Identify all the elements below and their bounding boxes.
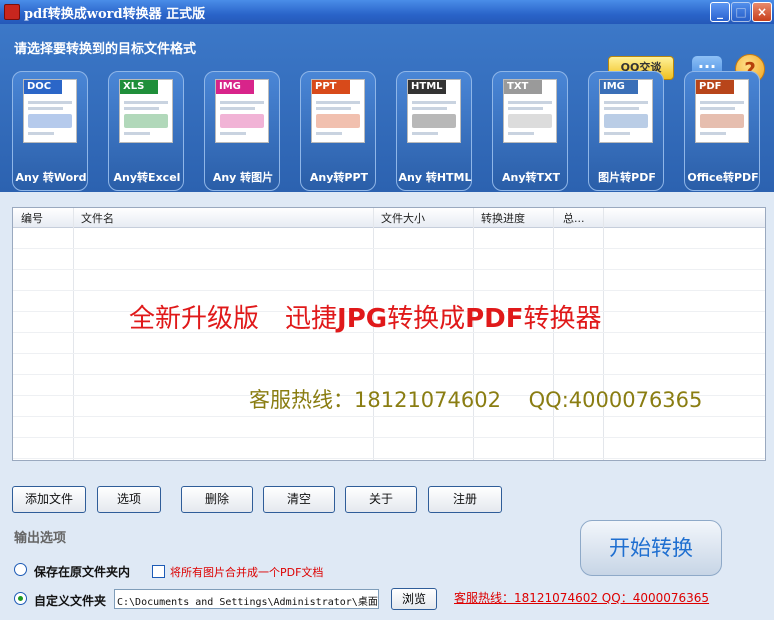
format-tag: IMG bbox=[600, 80, 638, 94]
excel-chart-icon: XLS bbox=[119, 79, 173, 143]
options-button[interactable]: 选项 bbox=[97, 486, 161, 513]
column-divider bbox=[603, 208, 604, 460]
add-file-button[interactable]: 添加文件 bbox=[12, 486, 86, 513]
format-tile-label: Any 转图片 bbox=[212, 171, 274, 184]
title-bar: pdf转换成word转换器 正式版 _ □ × bbox=[0, 0, 774, 24]
row-divider bbox=[13, 374, 765, 375]
format-art bbox=[604, 98, 648, 138]
format-art bbox=[28, 98, 72, 138]
ppt-icon: PPT bbox=[311, 79, 365, 143]
row-divider bbox=[13, 437, 765, 438]
column-divider bbox=[73, 208, 74, 460]
image-to-pdf-icon: IMG bbox=[599, 79, 653, 143]
row-divider bbox=[13, 353, 765, 354]
format-tile-2[interactable]: IMG Any 转图片 bbox=[204, 71, 280, 191]
format-tile-label: Any转Excel bbox=[113, 171, 181, 184]
maximize-button[interactable]: □ bbox=[731, 2, 751, 22]
image-icon: IMG bbox=[215, 79, 269, 143]
word-doc-icon: DOC bbox=[23, 79, 77, 143]
row-divider bbox=[13, 248, 765, 249]
about-button[interactable]: 关于 bbox=[345, 486, 417, 513]
format-tag: PPT bbox=[312, 80, 350, 94]
format-tile-label: Office转PDF bbox=[687, 171, 759, 184]
format-tag: DOC bbox=[24, 80, 62, 94]
delete-button[interactable]: 删除 bbox=[181, 486, 253, 513]
browse-button[interactable]: 浏览 bbox=[391, 588, 437, 610]
table-header: 编号 文件名 文件大小 转换进度 总... bbox=[13, 208, 765, 228]
format-art bbox=[124, 98, 168, 138]
row-divider bbox=[13, 290, 765, 291]
format-tile-6[interactable]: IMG 图片转PDF bbox=[588, 71, 664, 191]
format-art bbox=[412, 98, 456, 138]
format-tag: TXT bbox=[504, 80, 542, 94]
radio-custom-folder-label[interactable]: 自定义文件夹 bbox=[34, 592, 106, 609]
register-button[interactable]: 注册 bbox=[428, 486, 502, 513]
column-header-size[interactable]: 文件大小 bbox=[381, 210, 425, 226]
html-globe-icon: HTML bbox=[407, 79, 461, 143]
format-tile-label: 图片转PDF bbox=[598, 171, 656, 184]
output-options-title: 输出选项 bbox=[14, 531, 67, 546]
format-tile-1[interactable]: XLS Any转Excel bbox=[108, 71, 184, 191]
hotline-link[interactable]: 客服热线：18121074602 QQ：4000076365 bbox=[454, 589, 709, 606]
radio-custom-folder[interactable] bbox=[14, 592, 27, 605]
format-tile-label: Any 转HTML bbox=[398, 171, 472, 184]
format-art bbox=[700, 98, 744, 138]
format-tile-4[interactable]: HTML Any 转HTML bbox=[396, 71, 472, 191]
format-tag: PDF bbox=[696, 80, 734, 94]
window-title: pdf转换成word转换器 正式版 bbox=[24, 7, 206, 22]
radio-save-original[interactable] bbox=[14, 563, 27, 576]
close-button[interactable]: × bbox=[752, 2, 772, 22]
format-tag: IMG bbox=[216, 80, 254, 94]
office-to-pdf-icon: PDF bbox=[695, 79, 749, 143]
format-tile-0[interactable]: DOC Any 转Word bbox=[12, 71, 88, 191]
format-tile-label: Any 转Word bbox=[15, 171, 87, 184]
merge-images-label[interactable]: 将所有图片合并成一个PDF文档 bbox=[170, 564, 323, 580]
format-tag: XLS bbox=[120, 80, 158, 94]
format-art bbox=[220, 98, 264, 138]
format-tile-5[interactable]: TXT Any转TXT bbox=[492, 71, 568, 191]
format-tile-label: Any转TXT bbox=[501, 171, 560, 184]
start-convert-button[interactable]: 开始转换 bbox=[580, 520, 722, 576]
format-prompt: 请选择要转换到的目标文件格式 bbox=[14, 42, 197, 57]
format-tag: HTML bbox=[408, 80, 446, 94]
output-path-field[interactable]: C:\Documents and Settings\Administrator\… bbox=[114, 589, 379, 609]
merge-images-checkbox[interactable] bbox=[152, 565, 165, 578]
clear-button[interactable]: 清空 bbox=[263, 486, 335, 513]
radio-save-original-label[interactable]: 保存在原文件夹内 bbox=[34, 563, 130, 580]
promo-hotline: 客服热线：18121074602 QQ:4000076365 bbox=[249, 388, 703, 412]
promo-headline: 全新升级版 迅捷JPG转换成PDF转换器 bbox=[129, 304, 602, 334]
column-header-filename[interactable]: 文件名 bbox=[81, 210, 114, 226]
format-tile-3[interactable]: PPT Any转PPT bbox=[300, 71, 376, 191]
format-tile-7[interactable]: PDF Office转PDF bbox=[684, 71, 760, 191]
app-icon bbox=[4, 4, 20, 20]
format-header: 请选择要转换到的目标文件格式 QQ交谈 ··· ? DOC Any 转Word XL… bbox=[0, 24, 774, 192]
file-table[interactable]: 编号 文件名 文件大小 转换进度 总... 全新升级版 迅捷JPG转换成PDF转… bbox=[12, 207, 766, 461]
row-divider bbox=[13, 416, 765, 417]
format-art bbox=[508, 98, 552, 138]
column-header-progress[interactable]: 转换进度 bbox=[481, 210, 525, 226]
minimize-button[interactable]: _ bbox=[710, 2, 730, 22]
format-art bbox=[316, 98, 360, 138]
row-divider bbox=[13, 458, 765, 459]
row-divider bbox=[13, 269, 765, 270]
column-header-total[interactable]: 总... bbox=[563, 210, 585, 226]
format-tile-label: Any转PPT bbox=[309, 171, 369, 184]
txt-icon: TXT bbox=[503, 79, 557, 143]
column-header-index[interactable]: 编号 bbox=[21, 210, 43, 226]
